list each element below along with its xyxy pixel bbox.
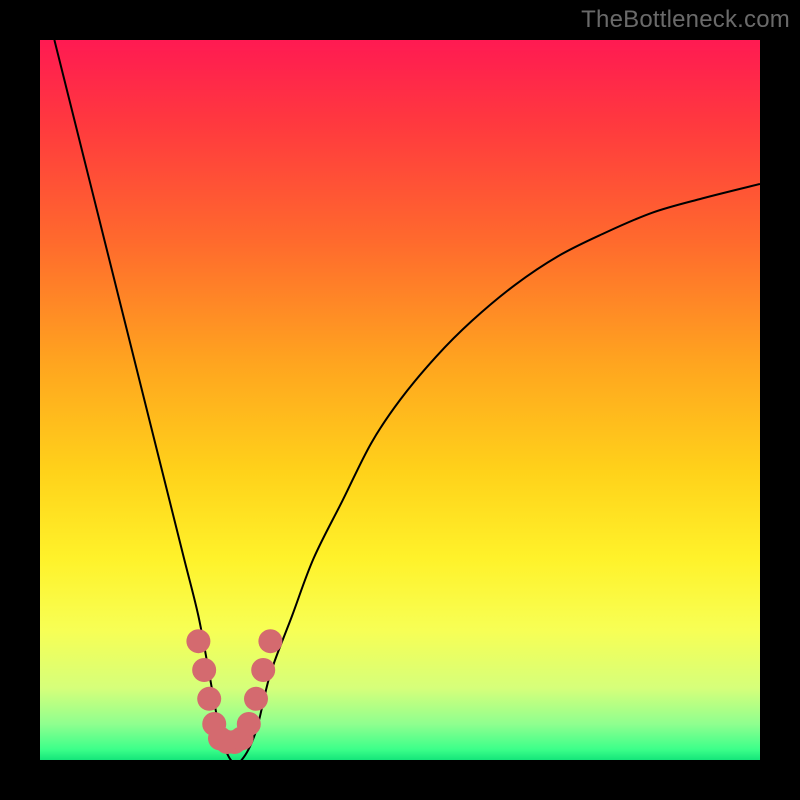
- valley-marker: [258, 629, 282, 653]
- chart-frame: TheBottleneck.com: [0, 0, 800, 800]
- watermark-text: TheBottleneck.com: [581, 6, 790, 34]
- valley-marker: [244, 687, 268, 711]
- valley-marker: [186, 629, 210, 653]
- valley-marker: [237, 712, 261, 736]
- bottleneck-chart: [0, 0, 800, 800]
- valley-marker: [251, 658, 275, 682]
- valley-marker: [192, 658, 216, 682]
- valley-marker: [197, 687, 221, 711]
